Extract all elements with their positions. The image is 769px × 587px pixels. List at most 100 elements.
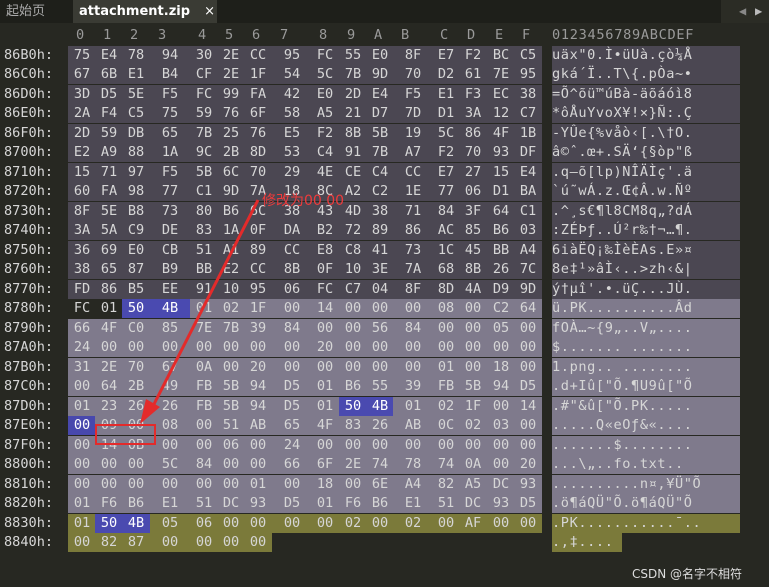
hex-byte[interactable]: 1F xyxy=(244,299,272,319)
hex-byte[interactable]: FD xyxy=(68,279,96,299)
hex-byte[interactable]: 00 xyxy=(217,455,245,475)
hex-byte[interactable]: C1 xyxy=(514,201,542,221)
hex-byte[interactable]: 24 xyxy=(272,435,312,455)
hex-byte[interactable]: 50 xyxy=(339,396,367,416)
hex-byte[interactable]: 36 xyxy=(68,240,96,260)
hex-byte[interactable]: F2 xyxy=(459,46,487,65)
hex-byte[interactable]: 00 xyxy=(244,513,272,533)
hex-byte[interactable]: BB xyxy=(487,240,515,260)
ascii-row[interactable]: gká´Ï..T\{.pÒa~• xyxy=(552,65,740,85)
hex-byte[interactable]: 59 xyxy=(190,104,218,124)
hex-byte[interactable]: DF xyxy=(514,143,542,163)
hex-byte[interactable]: 03 xyxy=(487,416,515,436)
hex-byte[interactable]: 60 xyxy=(68,182,96,202)
hex-byte[interactable]: 00 xyxy=(68,377,96,397)
hex-byte[interactable]: 95 xyxy=(272,46,312,65)
hex-byte[interactable]: 66 xyxy=(68,318,96,338)
hex-byte[interactable]: EE xyxy=(150,279,190,299)
hex-byte[interactable]: 14 xyxy=(311,299,339,319)
hex-byte[interactable]: 00 xyxy=(190,533,218,552)
hex-byte[interactable]: FB xyxy=(190,396,218,416)
hex-byte[interactable]: 2D xyxy=(339,84,367,104)
hex-byte[interactable]: D5 xyxy=(514,377,542,397)
hex-byte[interactable]: 26 xyxy=(150,396,190,416)
hex-byte[interactable]: 0F xyxy=(244,221,272,241)
hex-byte[interactable]: 00 xyxy=(514,357,542,377)
hex-byte[interactable]: 05 xyxy=(150,513,190,533)
hex-byte[interactable]: 01 xyxy=(190,299,218,319)
hex-byte[interactable]: 00 xyxy=(122,338,150,358)
hex-byte[interactable]: 73 xyxy=(393,240,433,260)
hex-byte[interactable]: E4 xyxy=(514,162,542,182)
hex-byte[interactable]: 2B xyxy=(122,377,150,397)
hex-byte[interactable]: 02 xyxy=(393,513,433,533)
hex-byte[interactable]: 77 xyxy=(150,182,190,202)
hex-byte[interactable]: A7 xyxy=(393,143,433,163)
hex-byte[interactable]: 7B xyxy=(366,143,394,163)
hex-byte[interactable]: 67 xyxy=(68,65,96,85)
hex-byte[interactable]: 5B xyxy=(459,377,487,397)
hex-byte[interactable]: 5B xyxy=(217,396,245,416)
hex-byte[interactable]: 2B xyxy=(217,143,245,163)
hex-byte[interactable]: 84 xyxy=(432,201,460,221)
hex-byte[interactable]: B2 xyxy=(311,221,339,241)
hex-byte[interactable]: 70 xyxy=(244,162,272,182)
hex-byte[interactable]: 01 xyxy=(311,494,339,514)
hex-byte[interactable]: 50 xyxy=(122,299,150,319)
hex-byte[interactable]: 71 xyxy=(393,201,433,221)
hex-byte[interactable]: 1F xyxy=(459,396,487,416)
hex-byte[interactable]: 54 xyxy=(272,65,312,85)
hex-byte[interactable]: CC xyxy=(393,162,433,182)
hex-byte[interactable]: 5E xyxy=(95,201,123,221)
ascii-row[interactable]: .......$........ xyxy=(552,435,740,455)
hex-byte[interactable]: 66 xyxy=(272,455,312,475)
hex-byte[interactable]: 84 xyxy=(272,318,312,338)
hex-byte[interactable]: B4 xyxy=(150,65,190,85)
hex-byte[interactable]: 8F xyxy=(393,279,433,299)
hex-byte[interactable]: 04 xyxy=(366,279,394,299)
hex-byte[interactable]: 87 xyxy=(122,533,150,552)
hex-byte[interactable]: F5 xyxy=(393,84,433,104)
hex-byte[interactable]: 85 xyxy=(459,221,487,241)
hex-byte[interactable]: 2A xyxy=(68,104,96,124)
ascii-row[interactable]: =Õ^õü™úBà-äõáóì8 xyxy=(552,84,740,104)
hex-byte[interactable]: 00 xyxy=(487,338,515,358)
chevron-left-icon[interactable]: ◀ xyxy=(739,0,746,23)
hex-byte[interactable]: 00 xyxy=(272,338,312,358)
hex-byte[interactable]: C4 xyxy=(311,143,339,163)
hex-byte[interactable]: 76 xyxy=(217,104,245,124)
hex-byte[interactable]: DA xyxy=(272,221,312,241)
hex-byte[interactable]: 00 xyxy=(366,357,394,377)
hex-byte[interactable]: 94 xyxy=(244,377,272,397)
hex-byte[interactable]: 00 xyxy=(68,474,96,494)
hex-byte[interactable]: D5 xyxy=(272,396,312,416)
hex-byte[interactable]: 2D xyxy=(68,123,96,143)
hex-byte[interactable]: 00 xyxy=(68,533,96,552)
hex-byte[interactable]: 7C xyxy=(514,260,542,280)
hex-byte[interactable]: 58 xyxy=(272,104,312,124)
hex-byte[interactable]: DB xyxy=(122,123,150,143)
hex-byte[interactable]: 4B xyxy=(122,513,150,533)
hex-byte[interactable]: 97 xyxy=(122,162,150,182)
hex-byte[interactable]: 64 xyxy=(514,299,542,319)
hex-byte[interactable]: 86 xyxy=(459,123,487,143)
ascii-row[interactable]: :ZÉÞƒ..Ú²r‰†¬…¶. xyxy=(552,221,740,241)
hex-byte[interactable]: 7E xyxy=(190,318,218,338)
hex-byte[interactable]: 1C xyxy=(432,240,460,260)
hex-byte[interactable]: 00 xyxy=(514,513,542,533)
hex-byte[interactable]: 25 xyxy=(217,123,245,143)
hex-byte[interactable]: 00 xyxy=(190,338,218,358)
hex-byte[interactable]: B8 xyxy=(122,201,150,221)
hex-byte[interactable]: 00 xyxy=(487,513,515,533)
hex-byte[interactable]: 78 xyxy=(393,455,433,475)
hex-byte[interactable]: F6 xyxy=(339,494,367,514)
hex-byte[interactable]: 50 xyxy=(95,513,123,533)
ascii-row[interactable]: fOÀ…~{9„..V„.... xyxy=(552,318,740,338)
hex-byte[interactable]: E1 xyxy=(393,494,433,514)
hex-byte[interactable]: CB xyxy=(150,240,190,260)
hex-byte[interactable]: 9C xyxy=(190,143,218,163)
ascii-row[interactable]: â©ˆ.œ+.SÄ‘{§òp"ß xyxy=(552,143,740,163)
hex-byte[interactable]: 00 xyxy=(459,318,487,338)
hex-byte[interactable]: DC xyxy=(459,494,487,514)
hex-byte[interactable]: FA xyxy=(244,84,272,104)
